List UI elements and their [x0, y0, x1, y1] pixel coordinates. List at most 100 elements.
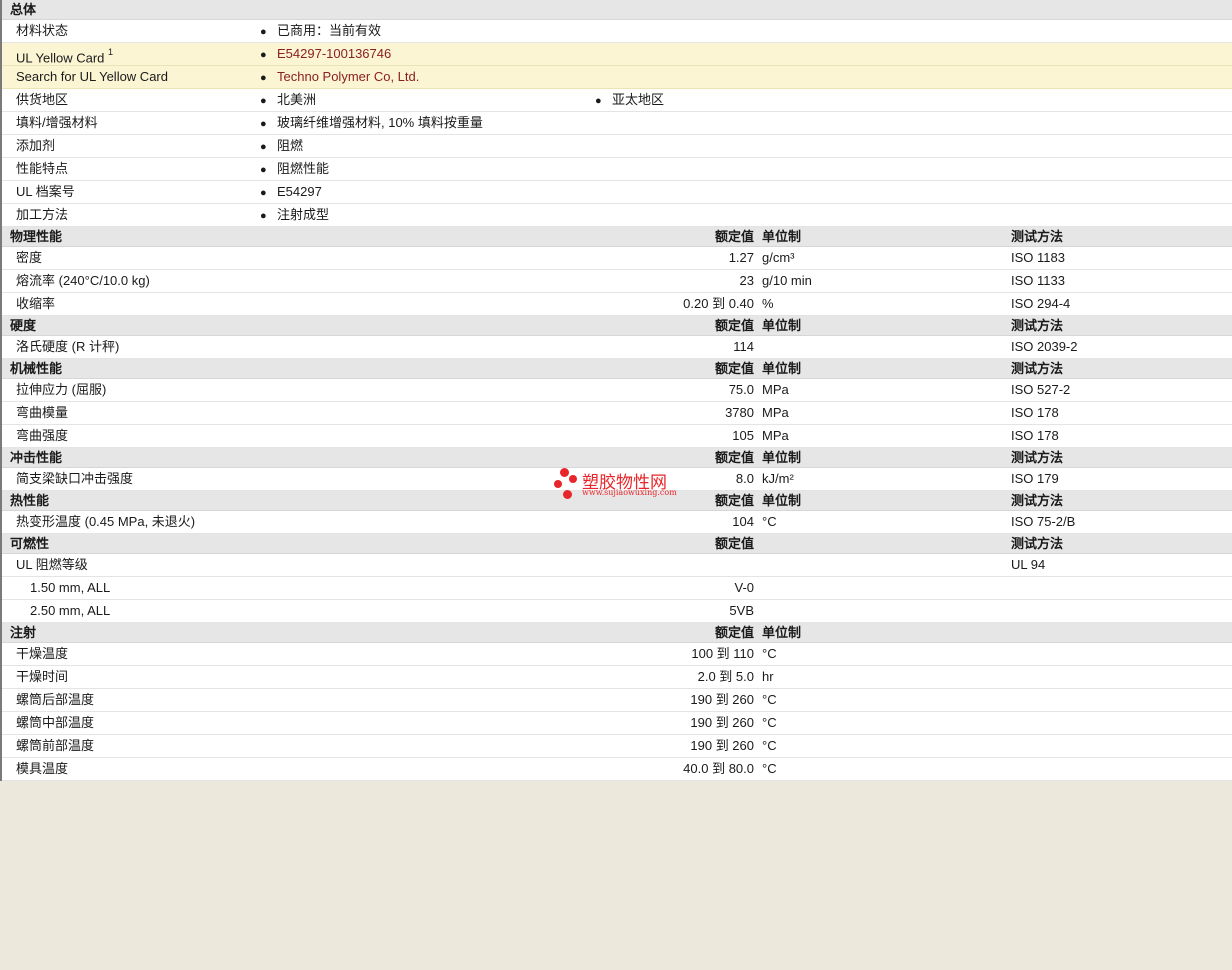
row-label: 干燥温度	[16, 646, 69, 661]
table-row: 填料/增强材料 ● 玻璃纤维增强材料, 10% 填料按重量	[2, 112, 1232, 135]
row-value: 190 到 260	[690, 715, 754, 730]
header-unit: 单位制	[762, 450, 802, 465]
logo-dot-icon	[554, 480, 562, 488]
row-label: 供货地区	[16, 92, 69, 107]
section-title: 硬度	[10, 318, 37, 333]
section-title: 机械性能	[10, 361, 63, 376]
header-value: 额定值	[714, 361, 754, 376]
bullet-icon: ●	[260, 210, 267, 222]
row-value: ● 注射成型	[260, 204, 329, 227]
row-method: UL 94	[1011, 557, 1046, 572]
yellow-card-link[interactable]: ● E54297-100136746	[260, 43, 391, 66]
table-row: 2.50 mm, ALL 5VB	[2, 600, 1232, 623]
row-label: Search for UL Yellow Card	[16, 69, 168, 84]
row-method: ISO 527-2	[1011, 382, 1071, 397]
row-unit: °C	[762, 738, 777, 753]
row-unit: MPa	[762, 382, 789, 397]
section-general-header: 总体	[2, 0, 1232, 20]
row-label: UL 阻燃等级	[16, 557, 88, 572]
row-label: 添加剂	[16, 138, 56, 153]
header-method: 测试方法	[1011, 450, 1064, 465]
table-row: 模具温度 40.0 到 80.0 °C	[2, 758, 1232, 781]
row-label: 加工方法	[16, 207, 69, 222]
header-unit: 单位制	[762, 493, 802, 508]
footnote-marker: 1	[108, 47, 114, 57]
row-method: ISO 75-2/B	[1011, 514, 1076, 529]
section-flammability-header: 可燃性 额定值 测试方法	[2, 534, 1232, 554]
row-label: 材料状态	[16, 23, 69, 38]
header-value: 额定值	[714, 625, 754, 640]
row-method: ISO 179	[1011, 471, 1059, 486]
table-row-yellow-card: UL Yellow Card 1 ● E54297-100136746	[2, 43, 1232, 66]
row-label: 弯曲模量	[16, 405, 69, 420]
row-label: 干燥时间	[16, 669, 69, 684]
row-unit: g/cm³	[762, 250, 795, 265]
header-value: 额定值	[714, 450, 754, 465]
table-row: 供货地区 ● 北美洲 ● 亚太地区	[2, 89, 1232, 112]
table-row: 干燥时间 2.0 到 5.0 hr	[2, 666, 1232, 689]
section-title: 冲击性能	[10, 450, 63, 465]
row-value: 2.0 到 5.0	[697, 669, 754, 684]
row-unit: MPa	[762, 405, 789, 420]
table-row: 收缩率 0.20 到 0.40 % ISO 294-4	[2, 293, 1232, 316]
header-unit: 单位制	[762, 625, 802, 640]
row-value: 5VB	[729, 603, 754, 618]
table-row: 热变形温度 (0.45 MPa, 未退火) 104 °C ISO 75-2/B	[2, 511, 1232, 534]
table-row-search-yellow-card: Search for UL Yellow Card ● Techno Polyme…	[2, 66, 1232, 89]
bullet-icon: ●	[260, 141, 267, 153]
row-unit: °C	[762, 761, 777, 776]
header-unit: 单位制	[762, 229, 802, 244]
table-row: 添加剂 ● 阻燃	[2, 135, 1232, 158]
row-label: 1.50 mm, ALL	[30, 580, 111, 595]
row-unit: °C	[762, 646, 777, 661]
row-value: 8.0	[735, 471, 754, 486]
row-unit: %	[762, 296, 774, 311]
row-value: 190 到 260	[690, 692, 754, 707]
row-value: ● 北美洲	[260, 89, 316, 112]
table-row: 螺筒后部温度 190 到 260 °C	[2, 689, 1232, 712]
row-value: 75.0	[728, 382, 754, 397]
header-method: 测试方法	[1011, 229, 1064, 244]
row-label: 性能特点	[16, 161, 69, 176]
watermark-logo: 塑胶物性网 www.sujiaowuxing.com	[552, 466, 702, 502]
bullet-icon: ●	[260, 95, 267, 107]
row-label: 螺筒前部温度	[16, 738, 95, 753]
row-label: 填料/增强材料	[16, 115, 98, 130]
header-value: 额定值	[714, 318, 754, 333]
table-row: 螺筒中部温度 190 到 260 °C	[2, 712, 1232, 735]
row-value: 114	[733, 339, 754, 354]
table-row: 干燥温度 100 到 110 °C	[2, 643, 1232, 666]
row-method: ISO 1183	[1011, 250, 1065, 265]
bullet-icon: ●	[595, 95, 602, 107]
table-row: 加工方法 ● 注射成型	[2, 204, 1232, 227]
bullet-icon: ●	[260, 49, 267, 61]
header-value: 额定值	[714, 536, 754, 551]
row-value: ● E54297	[260, 181, 322, 204]
row-method: ISO 178	[1011, 405, 1059, 420]
section-mechanical-header: 机械性能 额定值 单位制 测试方法	[2, 359, 1232, 379]
row-value: ● 玻璃纤维增强材料, 10% 填料按重量	[260, 112, 483, 135]
row-value: 40.0 到 80.0	[683, 761, 754, 776]
header-method: 测试方法	[1011, 493, 1064, 508]
row-unit: °C	[762, 692, 777, 707]
row-label: 螺筒后部温度	[16, 692, 95, 707]
section-physical-header: 物理性能 额定值 单位制 测试方法	[2, 227, 1232, 247]
table-row: UL 档案号 ● E54297	[2, 181, 1232, 204]
bullet-icon: ●	[260, 72, 267, 84]
row-label: 热变形温度 (0.45 MPa, 未退火)	[16, 514, 196, 529]
section-title: 注射	[10, 625, 37, 640]
row-value: 105	[732, 428, 754, 443]
row-unit: hr	[762, 669, 774, 684]
section-impact-header: 冲击性能 额定值 单位制 测试方法	[2, 448, 1232, 468]
table-row: 拉伸应力 (屈服) 75.0 MPa ISO 527-2	[2, 379, 1232, 402]
company-link[interactable]: ● Techno Polymer Co, Ltd.	[260, 66, 419, 89]
header-method: 测试方法	[1011, 536, 1064, 551]
row-label: 熔流率 (240°C/10.0 kg)	[16, 273, 150, 288]
logo-dot-icon	[569, 475, 577, 483]
row-label: 洛氏硬度 (R 计秤)	[16, 339, 120, 354]
row-unit: °C	[762, 715, 777, 730]
row-value: 190 到 260	[690, 738, 754, 753]
row-unit: g/10 min	[762, 273, 812, 288]
row-unit: MPa	[762, 428, 789, 443]
datasheet-table: 总体 材料状态 ● 已商用：当前有效 UL Yellow Card 1 ● E542…	[0, 0, 1232, 781]
